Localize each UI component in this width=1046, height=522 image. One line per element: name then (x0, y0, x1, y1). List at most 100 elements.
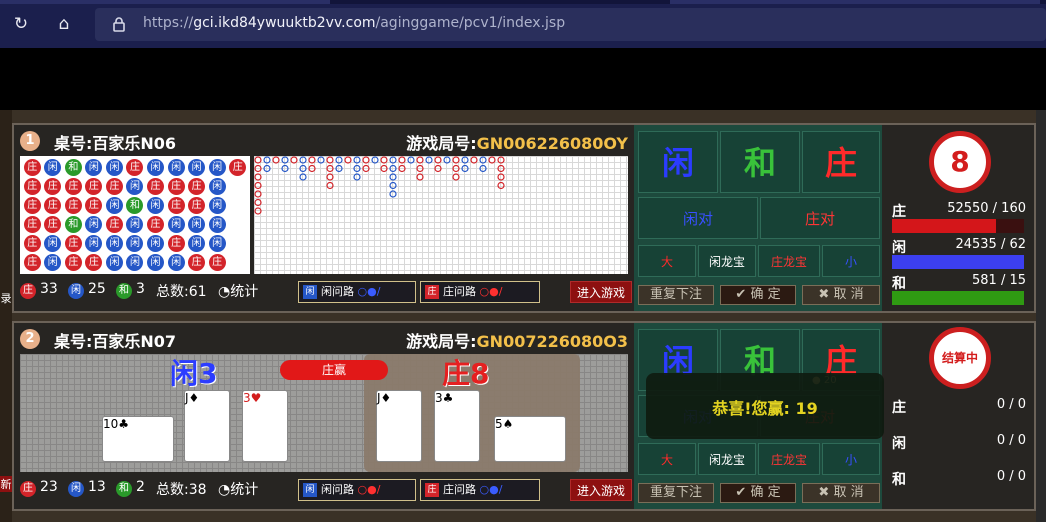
player-card-3: 3♥ (242, 390, 288, 462)
stat-player: 闲0 / 0 (892, 433, 1026, 452)
bet-banker-pair[interactable]: 庄对 (760, 197, 880, 239)
bead-cell: 庄 (167, 178, 185, 195)
reload-icon[interactable]: ↻ (11, 14, 31, 34)
game-number: 游戏局号:GN006226080OY (406, 134, 628, 153)
confirm-button[interactable]: ✔ 确 定 (720, 483, 796, 503)
bet-banker[interactable]: 庄 (802, 131, 880, 193)
bead-cell: 闲 (208, 178, 226, 195)
road-mark (263, 156, 271, 164)
baccarat-table-1: 1 桌号:百家乐N06 游戏局号:GN006226080OY 庄闲和闲闲庄闲闲闲… (12, 123, 1036, 313)
bet-small[interactable]: 小 (822, 245, 880, 277)
address-bar[interactable]: https://gci.ikd84ywuuktb2vv.com/aginggam… (95, 8, 1046, 41)
bead-cell: 和 (64, 159, 82, 176)
road-mark (470, 156, 478, 164)
bet-player-dragon[interactable]: 闲龙宝 (698, 443, 756, 475)
bet-tie[interactable]: 和 (720, 131, 800, 193)
road-mark (398, 156, 406, 164)
road-mark (290, 156, 298, 164)
bet-big[interactable]: 大 (638, 443, 696, 475)
road-mark (353, 173, 361, 181)
bet-player[interactable]: 闲 (638, 131, 718, 193)
enter-game-button[interactable]: 进入游戏 (570, 479, 632, 501)
bead-cell: 闲 (85, 235, 103, 252)
table-stats-bar: 庄 33 闲 25 和 3 总数:61 ◔统计 闲闲问路 ○●/ 庄庄问路 ○●… (20, 279, 632, 303)
bead-cell: 和 (64, 216, 82, 233)
cancel-button[interactable]: ✖ 取 消 (802, 285, 880, 305)
bead-cell: 闲 (44, 235, 62, 252)
bead-cell: 闲 (85, 159, 103, 176)
right-strip (1036, 110, 1046, 522)
bead-cell: 庄 (23, 216, 41, 233)
bet-banker-dragon[interactable]: 庄龙宝 (758, 245, 820, 277)
statistics-link[interactable]: ◔统计 (218, 281, 258, 301)
ask-banker-road-button[interactable]: 庄庄问路 ○●/ (420, 281, 540, 303)
road-mark (389, 173, 397, 181)
tie-count: 2 (136, 479, 145, 495)
banker-card-3: 5♠ (494, 416, 566, 462)
table-name: 桌号:百家乐N07 (54, 332, 177, 351)
road-mark (497, 164, 505, 173)
total-count: 总数:61 (156, 284, 207, 300)
road-mark (452, 156, 460, 164)
bet-stats-panel: 结算中 庄0 / 0 闲0 / 0 和0 / 0 (886, 323, 1034, 509)
bead-cell: 闲 (147, 197, 165, 214)
ask-banker-road-button[interactable]: 庄庄问路 ○●/ (420, 479, 540, 501)
bead-cell: 庄 (105, 178, 123, 195)
bead-cell (227, 215, 248, 234)
enter-game-button[interactable]: 进入游戏 (570, 281, 632, 303)
bead-cell: 闲 (167, 216, 185, 233)
tie-count: 3 (136, 281, 145, 297)
bead-cell: 庄 (85, 178, 103, 195)
game-number: 游戏局号:GN007226080O3 (406, 332, 628, 351)
bead-cell: 庄 (44, 178, 62, 195)
road-mark (308, 156, 316, 164)
side-menu[interactable]: 录 新 (0, 110, 12, 522)
bead-cell: 闲 (105, 159, 123, 176)
bead-cell: 闲 (208, 216, 226, 233)
road-mark (479, 164, 487, 173)
bead-cell: 庄 (64, 235, 82, 252)
banker-count: 33 (40, 281, 58, 297)
road-marks (254, 156, 505, 215)
bead-cell: 闲 (147, 254, 165, 271)
road-mark (353, 156, 361, 164)
big-road (254, 156, 628, 274)
check-icon: ✔ (735, 485, 751, 500)
bet-player-dragon[interactable]: 闲龙宝 (698, 245, 756, 277)
cancel-button[interactable]: ✖ 取 消 (802, 483, 880, 503)
rebet-button[interactable]: 重复下注 (638, 483, 714, 503)
road-mark (434, 156, 442, 164)
bet-banker-dragon[interactable]: 庄龙宝 (758, 443, 820, 475)
bet-small[interactable]: 小 (822, 443, 880, 475)
countdown-timer: 8 (929, 131, 991, 193)
settling-badge: 结算中 (929, 327, 991, 389)
bead-cell: 闲 (105, 197, 123, 214)
statistics-link[interactable]: ◔统计 (218, 479, 258, 499)
home-icon[interactable]: ⌂ (54, 14, 74, 34)
bead-cell: 闲 (167, 159, 185, 176)
bet-player-pair[interactable]: 闲对 (638, 197, 758, 239)
player-card-1: 10♣ (102, 416, 174, 462)
bead-cell: 庄 (188, 197, 206, 214)
confirm-button[interactable]: ✔ 确 定 (720, 285, 796, 305)
player-chip-icon: 闲 (68, 283, 84, 299)
road-mark (299, 173, 307, 181)
road-mark (317, 156, 325, 164)
banker-card-2: 3♣ (434, 390, 480, 462)
bet-big[interactable]: 大 (638, 245, 696, 277)
road-mark (281, 164, 289, 173)
road-mark (380, 164, 388, 173)
ask-player-road-button[interactable]: 闲闲问路 ○●/ (298, 479, 416, 501)
bead-cell: 闲 (44, 159, 62, 176)
bead-cell: 闲 (85, 216, 103, 233)
banker-card-1: J♦ (376, 390, 422, 462)
table-header: 2 桌号:百家乐N07 游戏局号:GN007226080O3 (20, 327, 628, 351)
road-mark (254, 164, 262, 173)
banker-chip-icon: 庄 (20, 481, 36, 497)
lock-icon (113, 17, 125, 32)
stat-banker: 庄 52550 / 160 (892, 201, 1026, 220)
road-mark (389, 156, 397, 164)
rebet-button[interactable]: 重复下注 (638, 285, 714, 305)
ask-player-road-button[interactable]: 闲闲问路 ○●/ (298, 281, 416, 303)
bead-cell: 庄 (105, 216, 123, 233)
